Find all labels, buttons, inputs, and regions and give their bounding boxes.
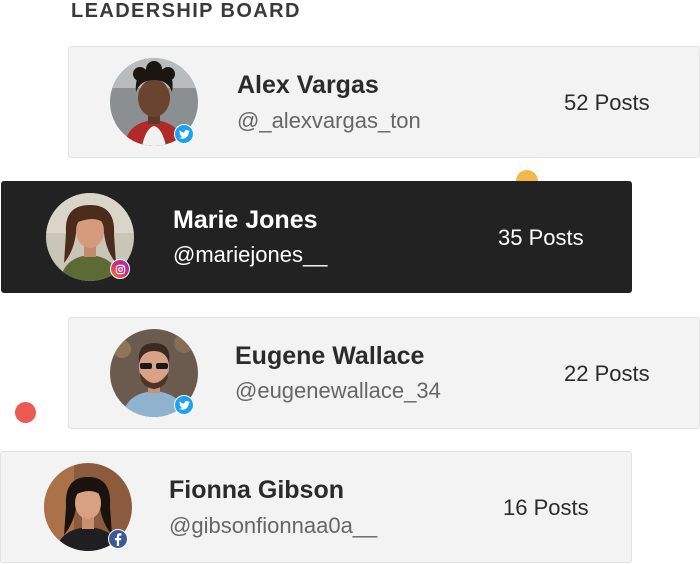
leaderboard-row-fionna-gibson[interactable]: Fionna Gibson @gibsonfionnaa0a__ 16 Post… — [0, 451, 632, 563]
twitter-icon — [174, 124, 194, 144]
member-handle[interactable]: @eugenewallace_34 — [235, 378, 441, 404]
leaderboard-row-eugene-wallace[interactable]: Eugene Wallace @eugenewallace_34 22 Post… — [68, 317, 700, 429]
post-count: 16 Posts — [503, 495, 589, 520]
leaderboard-title: LEADERSHIP BOARD — [71, 0, 301, 22]
facebook-icon — [108, 529, 128, 549]
member-handle[interactable]: @_alexvargas_ton — [237, 108, 421, 134]
avatar[interactable] — [44, 463, 132, 551]
member-name: Eugene Wallace — [235, 342, 425, 370]
avatar[interactable] — [110, 58, 198, 146]
twitter-icon — [174, 395, 194, 415]
leaderboard-row-alex-vargas[interactable]: Alex Vargas @_alexvargas_ton 52 Posts — [68, 46, 700, 158]
member-name: Alex Vargas — [237, 71, 379, 99]
member-handle[interactable]: @gibsonfionnaa0a__ — [169, 513, 377, 539]
post-count: 22 Posts — [564, 361, 650, 386]
avatar[interactable] — [110, 329, 198, 417]
leaderboard-row-marie-jones[interactable]: Marie Jones @mariejones__ 35 Posts — [1, 181, 632, 293]
member-handle[interactable]: @mariejones__ — [173, 242, 327, 268]
member-name: Fionna Gibson — [169, 476, 344, 504]
decorative-dot-red — [15, 402, 36, 423]
post-count: 35 Posts — [498, 225, 584, 250]
post-count: 52 Posts — [564, 90, 650, 115]
avatar[interactable] — [46, 193, 134, 281]
member-name: Marie Jones — [173, 206, 318, 234]
instagram-icon — [110, 259, 130, 279]
